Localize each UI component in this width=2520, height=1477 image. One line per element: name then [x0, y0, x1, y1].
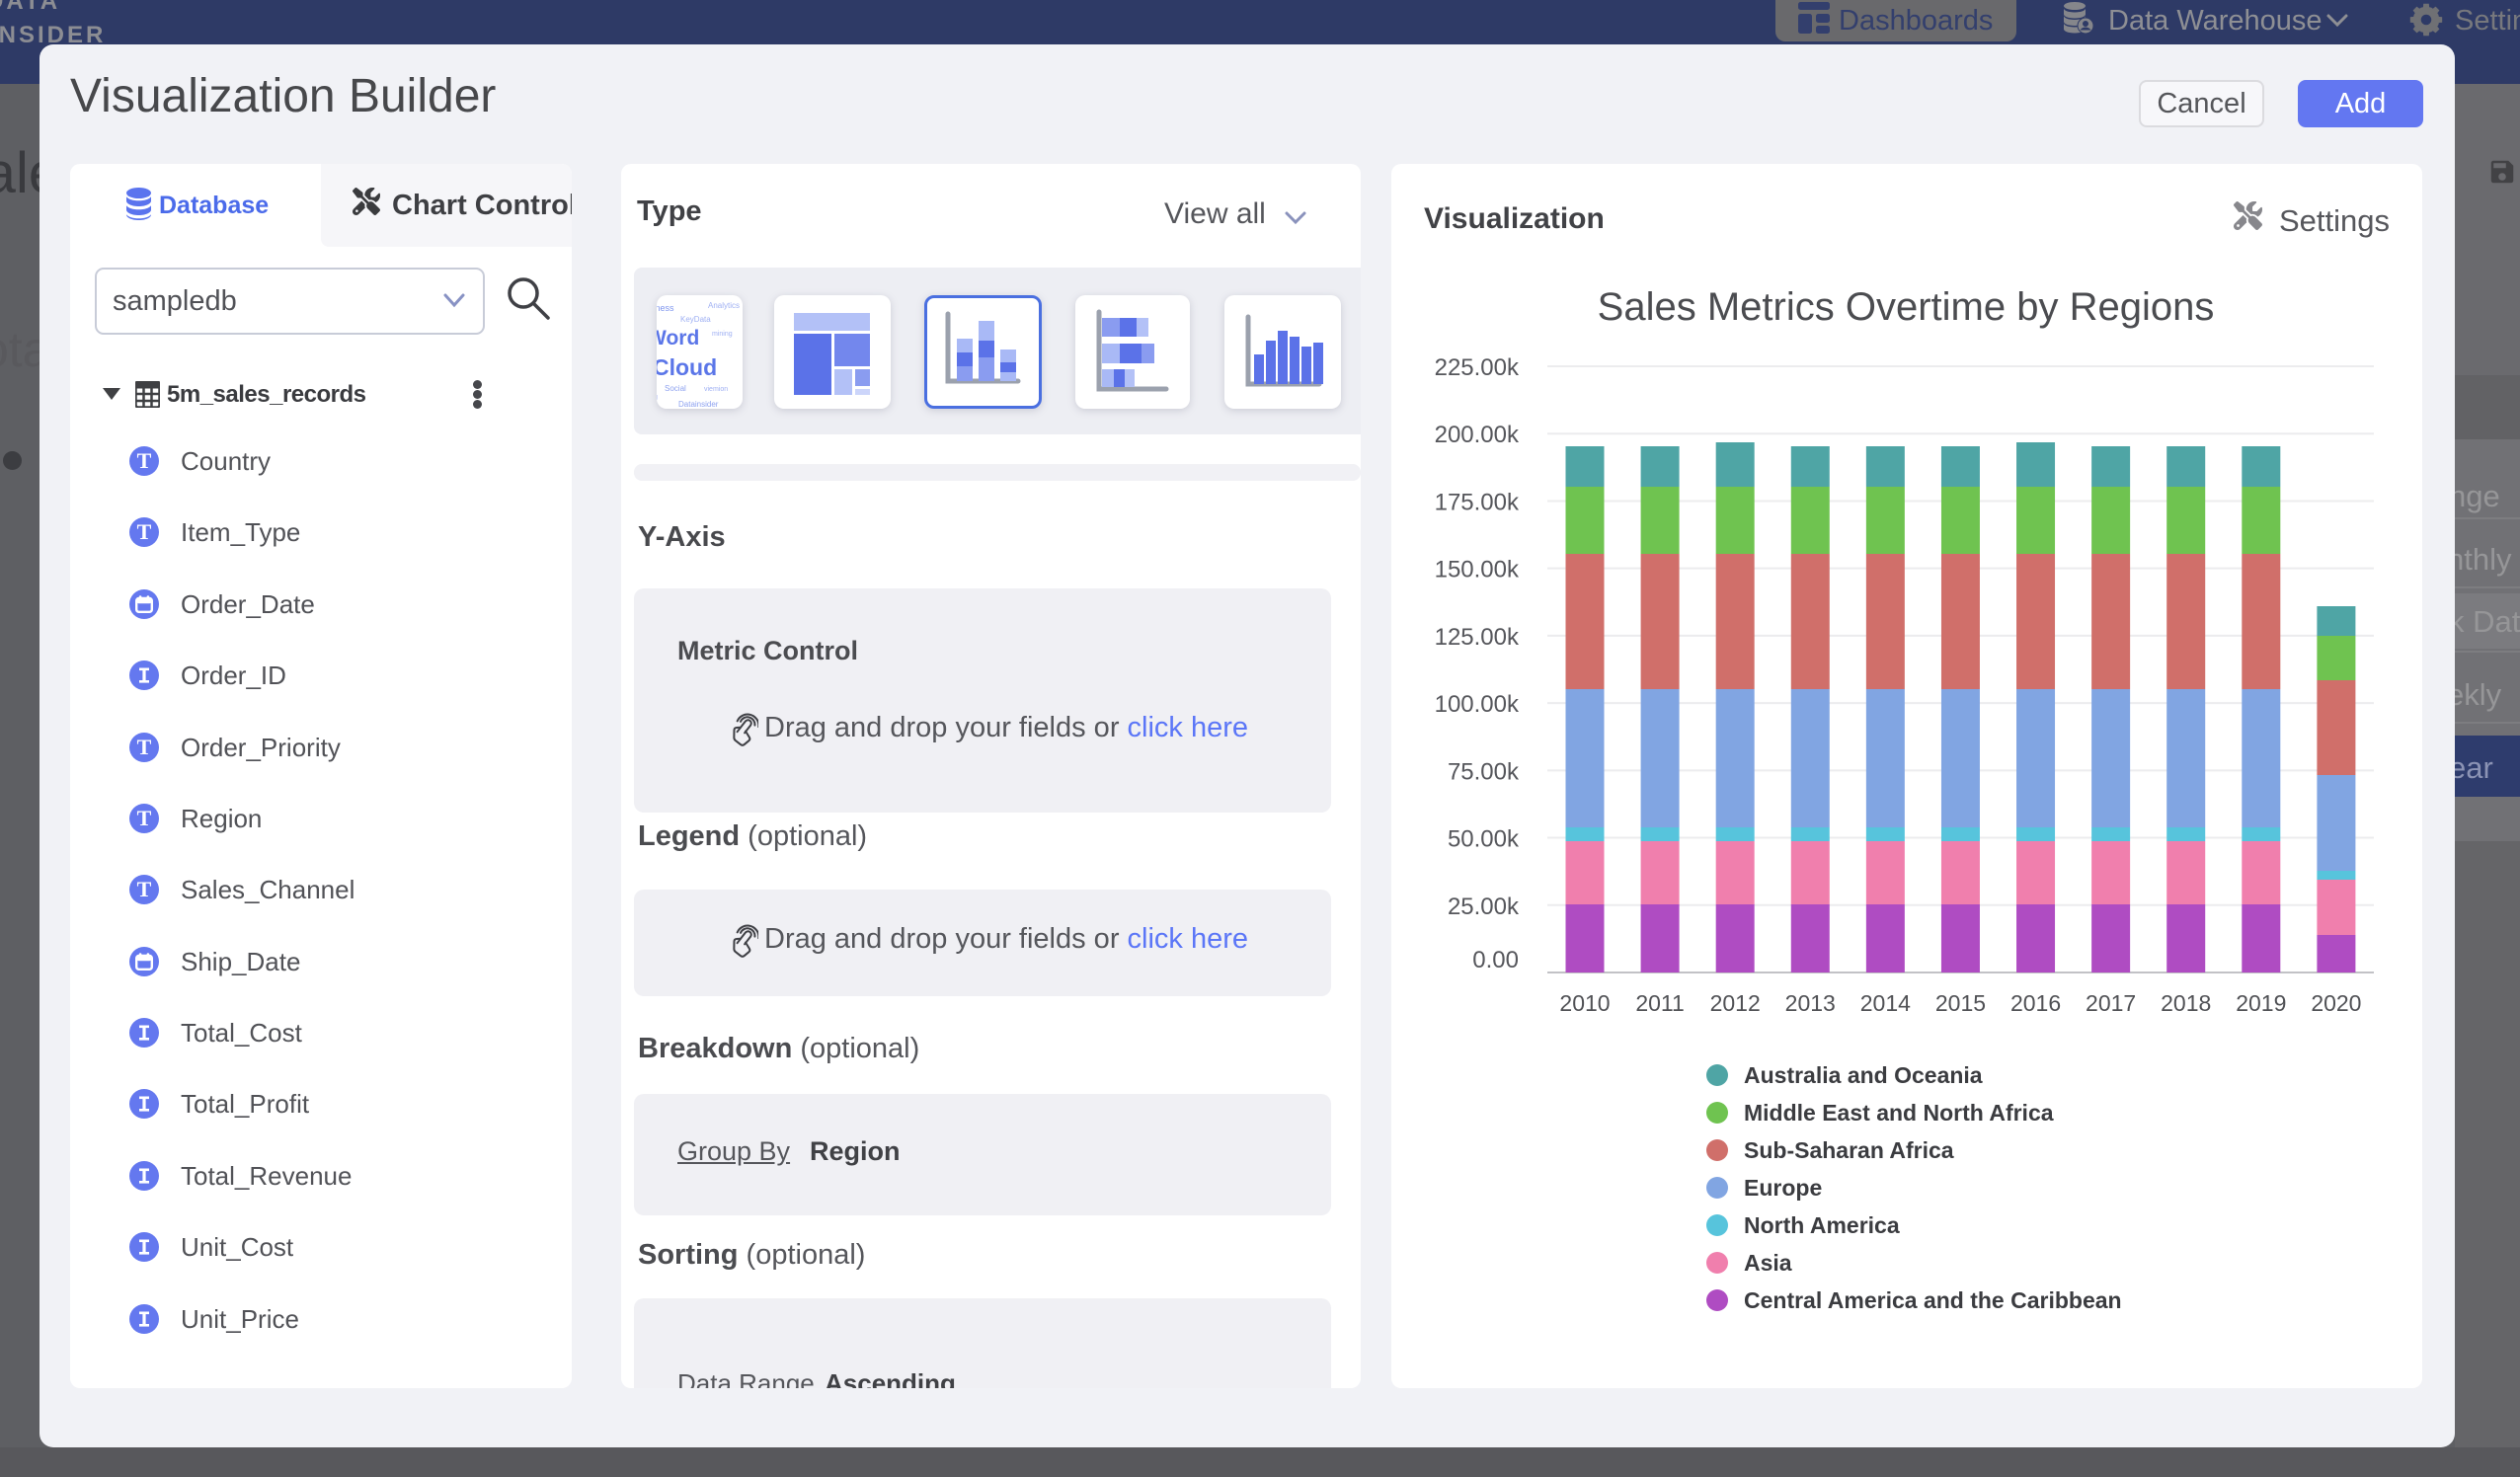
svg-text:2010: 2010: [1559, 990, 1610, 1016]
svg-text:75.00k: 75.00k: [1448, 758, 1520, 785]
svg-text:2018: 2018: [2161, 990, 2211, 1016]
svg-text:100.00k: 100.00k: [1435, 691, 1520, 718]
svg-text:175.00k: 175.00k: [1435, 489, 1520, 515]
svg-text:2020: 2020: [2311, 990, 2361, 1016]
svg-text:50.00k: 50.00k: [1448, 826, 1520, 853]
svg-text:Sales Metrics Overtime by Regi: Sales Metrics Overtime by Regions: [1598, 285, 2215, 329]
svg-text:200.00k: 200.00k: [1435, 422, 1520, 448]
svg-text:2016: 2016: [2010, 990, 2061, 1016]
svg-text:2019: 2019: [2236, 990, 2286, 1016]
svg-text:2011: 2011: [1635, 990, 1684, 1016]
svg-text:2014: 2014: [1860, 990, 1911, 1016]
svg-text:25.00k: 25.00k: [1448, 894, 1520, 920]
svg-text:2015: 2015: [1935, 990, 1986, 1016]
svg-text:2017: 2017: [2086, 990, 2136, 1016]
svg-text:2013: 2013: [1785, 990, 1836, 1016]
svg-text:225.00k: 225.00k: [1435, 354, 1520, 381]
svg-text:0.00: 0.00: [1472, 947, 1519, 973]
svg-text:150.00k: 150.00k: [1435, 557, 1520, 583]
svg-text:125.00k: 125.00k: [1435, 624, 1520, 651]
svg-text:2012: 2012: [1710, 990, 1761, 1016]
